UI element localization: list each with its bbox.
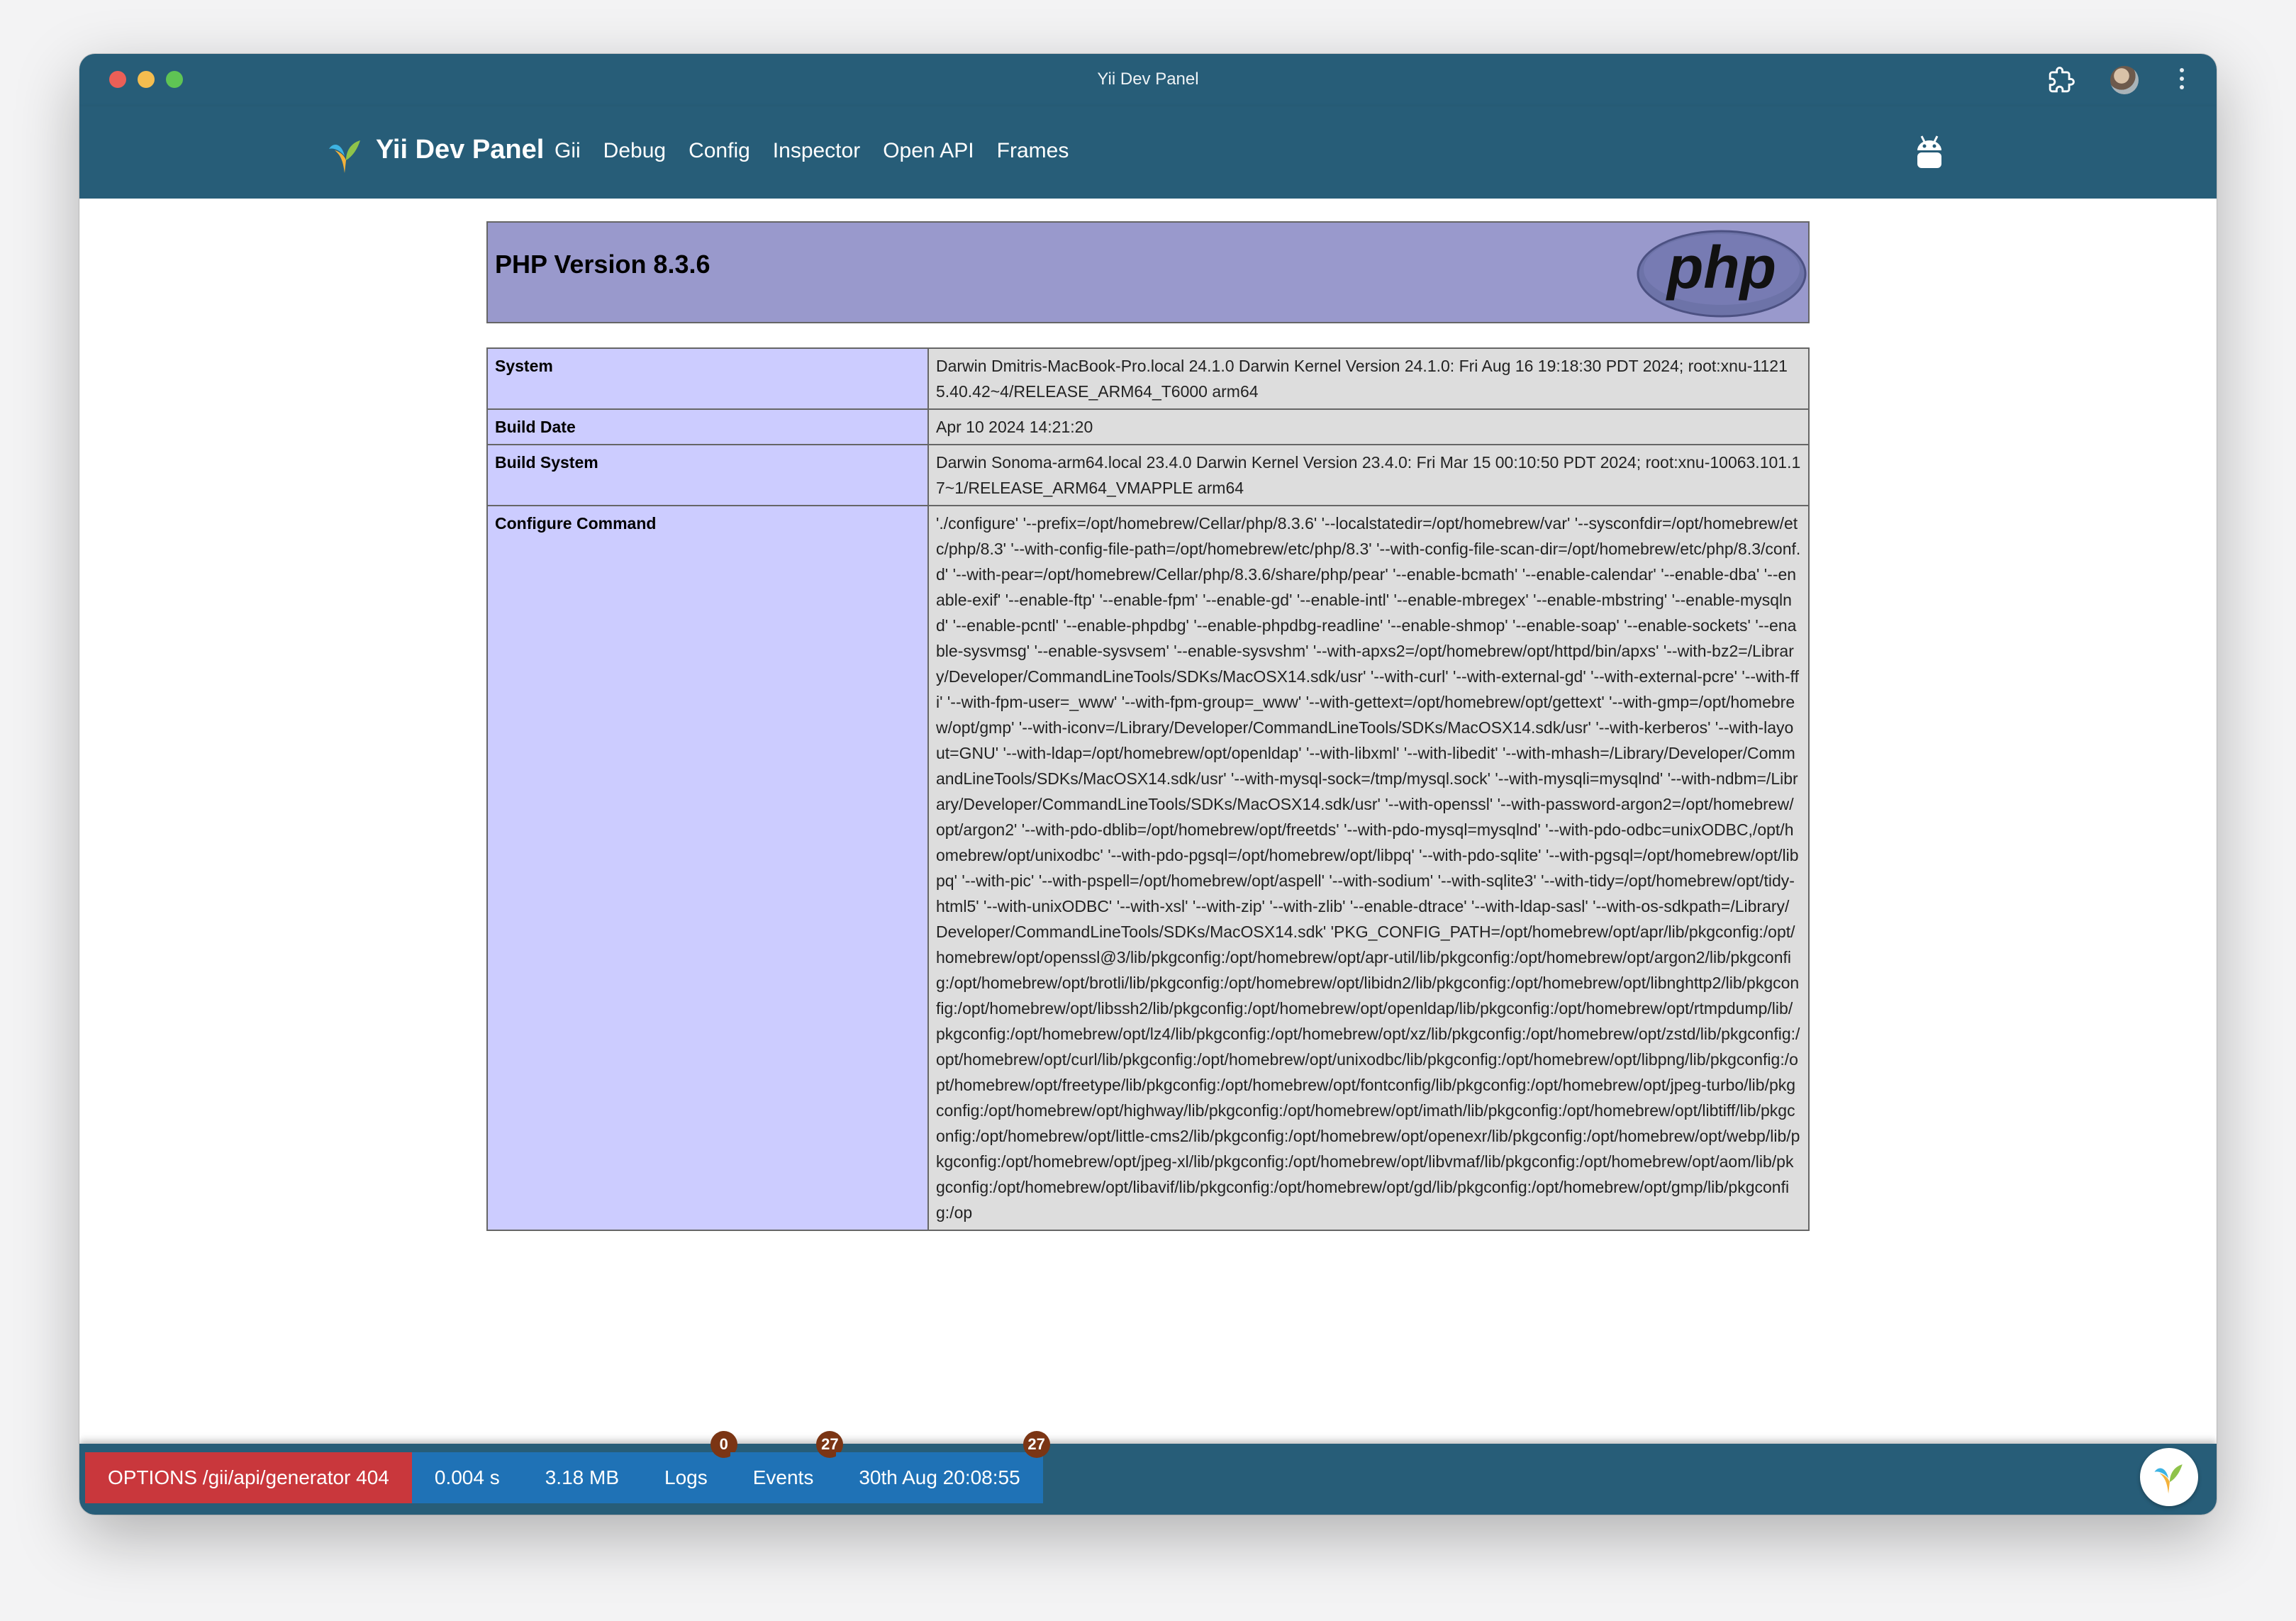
- window-title: Yii Dev Panel: [1097, 69, 1199, 89]
- nav-item-gii[interactable]: Gii: [555, 139, 581, 163]
- row-key: Build Date: [486, 408, 929, 445]
- android-icon[interactable]: [1913, 133, 1946, 170]
- nav-item-inspector[interactable]: Inspector: [773, 139, 860, 163]
- top-navbar: Yii Dev Panel Gii Debug Config Inspector…: [79, 106, 2217, 199]
- yii-logo-icon: [2154, 1464, 2183, 1494]
- main-content: PHP Version 8.3.6 php System Darwin Dmit…: [79, 199, 2217, 1515]
- events-label: Events: [752, 1466, 814, 1488]
- nav-item-open-api[interactable]: Open API: [883, 139, 974, 163]
- events-item[interactable]: Events 27: [730, 1431, 844, 1503]
- logs-item[interactable]: Logs 0: [642, 1431, 737, 1503]
- table-row: Configure Command './configure' '--prefi…: [486, 505, 1810, 1231]
- memory-usage-item[interactable]: 3.18 MB: [522, 1452, 642, 1503]
- request-time-item[interactable]: 0.004 s: [411, 1452, 523, 1503]
- php-info-table: System Darwin Dmitris-MacBook-Pro.local …: [486, 347, 1810, 1231]
- logs-label: Logs: [664, 1466, 708, 1488]
- avatar[interactable]: [2110, 66, 2139, 94]
- debug-toolbar: OPTIONS /gii/api/generator 404 0.004 s 3…: [79, 1431, 2217, 1515]
- debug-toolbar-items: OPTIONS /gii/api/generator 404 0.004 s 3…: [85, 1431, 1050, 1503]
- request-status-item[interactable]: OPTIONS /gii/api/generator 404: [85, 1452, 412, 1503]
- table-row: Build Date Apr 10 2024 14:21:20: [486, 408, 1810, 445]
- timestamp-item[interactable]: 30th Aug 20:08:55 27: [836, 1431, 1050, 1503]
- svg-text:php: php: [1666, 234, 1776, 301]
- browser-window: Yii Dev Panel Yii Dev Panel Gii Debug Co…: [79, 54, 2217, 1515]
- row-value: Darwin Dmitris-MacBook-Pro.local 24.1.0 …: [927, 347, 1810, 410]
- page-title: PHP Version 8.3.6: [495, 250, 710, 279]
- yii-toolbar-toggle-button[interactable]: [2140, 1448, 2198, 1506]
- nav-item-debug[interactable]: Debug: [603, 139, 666, 163]
- window-titlebar: Yii Dev Panel: [79, 54, 2217, 106]
- yii-logo-icon[interactable]: [328, 135, 363, 174]
- nav-item-frames[interactable]: Frames: [997, 139, 1069, 163]
- table-row: Build System Darwin Sonoma-arm64.local 2…: [486, 444, 1810, 506]
- brand-title[interactable]: Yii Dev Panel: [376, 135, 544, 165]
- extensions-icon[interactable]: [2048, 67, 2075, 94]
- table-row: System Darwin Dmitris-MacBook-Pro.local …: [486, 347, 1810, 410]
- timestamp-label: 30th Aug 20:08:55: [859, 1466, 1020, 1488]
- php-logo-icon: php: [1637, 230, 1807, 318]
- nav-item-config[interactable]: Config: [689, 139, 750, 163]
- more-vert-icon[interactable]: [2178, 68, 2185, 94]
- row-key: System: [486, 347, 929, 410]
- row-value: Apr 10 2024 14:21:20: [927, 408, 1810, 445]
- row-key: Build System: [486, 444, 929, 506]
- row-key: Configure Command: [486, 505, 929, 1231]
- php-version-header: PHP Version 8.3.6 php: [486, 221, 1810, 323]
- main-nav: Gii Debug Config Inspector Open API Fram…: [555, 139, 1069, 163]
- row-value: Darwin Sonoma-arm64.local 23.4.0 Darwin …: [927, 444, 1810, 506]
- timestamp-count-badge: 27: [1022, 1431, 1050, 1458]
- row-value: './configure' '--prefix=/opt/homebrew/Ce…: [927, 505, 1810, 1231]
